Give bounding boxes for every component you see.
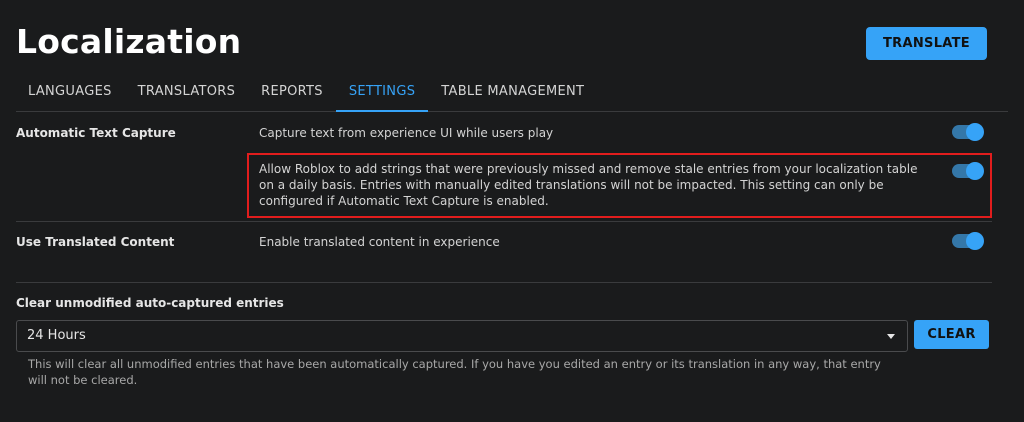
automatic-text-capture-toggle[interactable] [952,123,984,141]
use-translated-content-label: Use Translated Content [16,235,175,249]
tab-bar: LANGUAGES TRANSLATORS REPORTS SETTINGS T… [16,74,1008,112]
page-title: Localization [16,22,242,61]
tab-reports[interactable]: REPORTS [248,74,336,112]
toggle-knob [966,123,984,141]
toggle-knob [966,162,984,180]
clear-help-text: This will clear all unmodified entries t… [28,357,881,387]
clear-button[interactable]: CLEAR [914,320,989,349]
auto-cleanup-toggle[interactable] [952,162,984,180]
use-translated-content-description: Enable translated content in experience [259,235,500,249]
automatic-text-capture-label: Automatic Text Capture [16,126,176,140]
clear-interval-select[interactable]: 24 Hours [16,320,908,352]
clear-section-label: Clear unmodified auto-captured entries [16,296,284,310]
use-translated-content-toggle[interactable] [952,232,984,250]
tab-translators[interactable]: TRANSLATORS [125,74,249,112]
toggle-knob [966,232,984,250]
auto-cleanup-description: Allow Roblox to add strings that were pr… [259,162,918,208]
section-divider [16,282,992,283]
tab-languages[interactable]: LANGUAGES [16,74,125,112]
tab-settings[interactable]: SETTINGS [335,74,429,112]
row-divider [16,221,992,222]
automatic-text-capture-description: Capture text from experience UI while us… [259,126,554,140]
caret-down-icon [887,334,895,339]
select-value: 24 Hours [27,328,86,343]
translate-button[interactable]: TRANSLATE [866,27,987,60]
tab-table-management[interactable]: TABLE MANAGEMENT [428,74,597,112]
